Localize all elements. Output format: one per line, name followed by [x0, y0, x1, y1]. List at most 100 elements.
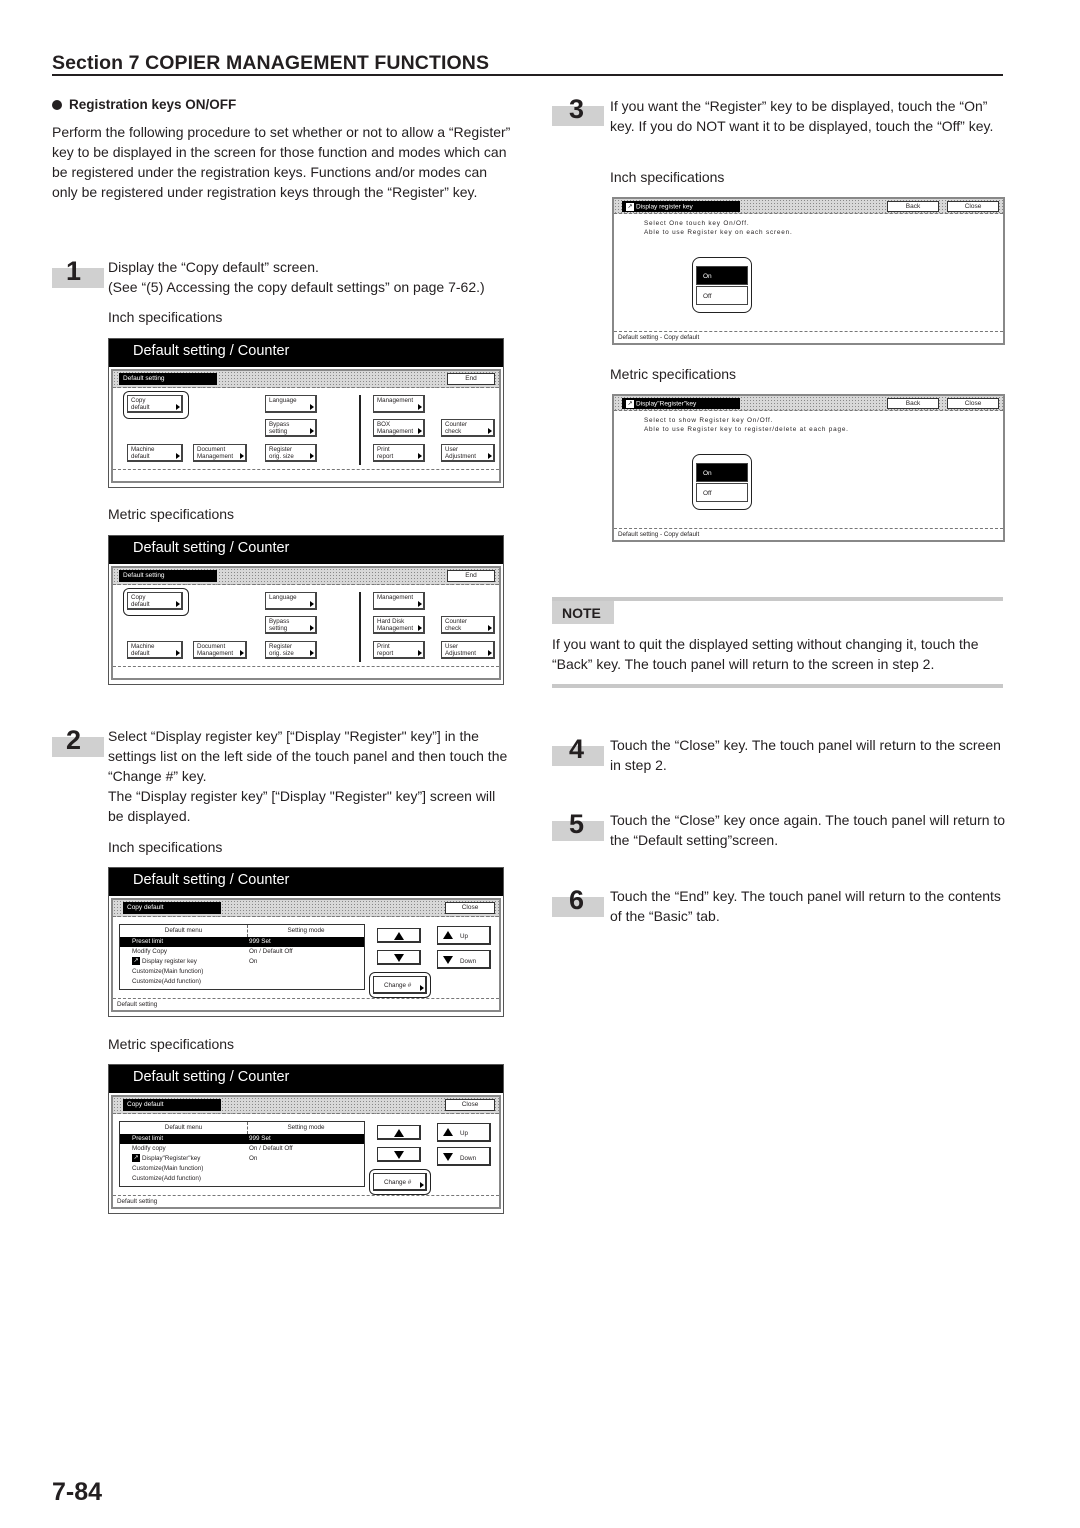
- panel-header: Default setting / Counter: [109, 1065, 503, 1093]
- back-button[interactable]: Back: [887, 201, 939, 212]
- page-down-button[interactable]: Down: [437, 1147, 491, 1166]
- management-key[interactable]: Management: [373, 592, 425, 610]
- key-label-line: Bypass: [269, 618, 290, 625]
- print-report-key[interactable]: Print report: [373, 641, 425, 659]
- up-label: Up: [460, 1130, 469, 1137]
- screen-title: Default setting: [119, 373, 217, 385]
- counter-check-key[interactable]: Counter check: [441, 616, 495, 634]
- page-up-button[interactable]: Up: [437, 926, 491, 945]
- list-item[interactable]: Customize(Add function): [120, 1174, 364, 1184]
- step-number: 1: [66, 256, 82, 286]
- list-item[interactable]: Preset limit 999 Set: [120, 937, 364, 947]
- arrow-right-icon: [310, 404, 314, 410]
- down-label: Down: [460, 1155, 477, 1162]
- menu-item-name: Customize(Add function): [132, 978, 201, 985]
- screen-footer: Default setting - Copy default: [614, 528, 1003, 540]
- bypass-key[interactable]: Bypass setting: [265, 419, 317, 437]
- print-report-key[interactable]: Print report: [373, 444, 425, 462]
- list-item[interactable]: Modify Copy On / Default Off: [120, 947, 364, 957]
- on-option[interactable]: On: [696, 463, 748, 482]
- step-1-line: Display the “Copy default” screen.: [108, 259, 319, 275]
- list-item[interactable]: Preset limit 999 Set: [120, 1134, 364, 1144]
- triangle-up-icon: [443, 1128, 453, 1136]
- scroll-down-button[interactable]: [377, 1147, 421, 1162]
- change-number-button[interactable]: Change #: [373, 976, 427, 994]
- user-adjustment-key[interactable]: User Adjustment: [441, 444, 495, 462]
- end-button[interactable]: End: [447, 373, 495, 385]
- off-option[interactable]: Off: [696, 483, 748, 502]
- user-adjustment-key[interactable]: User Adjustment: [441, 641, 495, 659]
- title-text: Display"Register"key: [636, 400, 697, 408]
- close-button[interactable]: Close: [947, 201, 999, 212]
- arrow-right-icon: [176, 453, 180, 459]
- arrow-right-icon: [418, 404, 422, 410]
- key-label-line: report: [377, 650, 394, 657]
- bypass-key[interactable]: Bypass setting: [265, 616, 317, 634]
- triangle-up-icon: [394, 1129, 404, 1137]
- list-item[interactable]: Modify copy On / Default Off: [120, 1144, 364, 1154]
- storage-key[interactable]: Hard Disk Management: [373, 616, 425, 634]
- triangle-up-icon: [443, 931, 453, 939]
- register-size-key[interactable]: Register orig. size: [265, 641, 317, 659]
- arrow-right-icon: [488, 428, 492, 434]
- menu-item-name: Display"Register"key: [142, 1155, 201, 1162]
- arrow-right-icon: [310, 601, 314, 607]
- machine-default-key[interactable]: Machine default: [127, 641, 183, 659]
- key-label-line: User: [445, 643, 459, 650]
- page-up-button[interactable]: Up: [437, 1123, 491, 1142]
- key-label-line: Management: [377, 397, 414, 404]
- storage-key[interactable]: BOX Management: [373, 419, 425, 437]
- close-button[interactable]: Close: [445, 1099, 495, 1111]
- document-management-key[interactable]: Document Management: [193, 641, 247, 659]
- list-item[interactable]: Customize(Add function): [120, 977, 364, 987]
- page-down-button[interactable]: Down: [437, 950, 491, 969]
- option-group: On Off: [692, 257, 752, 313]
- inch-spec-label: Inch specifications: [610, 169, 725, 185]
- triangle-down-icon: [443, 956, 453, 964]
- arrow-right-icon: [240, 453, 244, 459]
- screen-title-bar: Default setting End: [113, 371, 499, 388]
- end-button[interactable]: End: [447, 570, 495, 582]
- key-label-line: Print: [377, 643, 390, 650]
- scroll-down-button[interactable]: [377, 950, 421, 965]
- counter-check-key[interactable]: Counter check: [441, 419, 495, 437]
- screen-footer: Default setting - Copy default: [614, 331, 1003, 343]
- list-item[interactable]: ↗ Display register key On: [120, 957, 364, 967]
- close-button[interactable]: Close: [947, 398, 999, 409]
- settings-list: Default menu Setting mode Preset limit 9…: [119, 924, 365, 990]
- key-label-line: Register: [269, 446, 293, 453]
- back-button[interactable]: Back: [887, 398, 939, 409]
- list-item[interactable]: ↗ Display"Register"key On: [120, 1154, 364, 1164]
- screen-footer: [113, 666, 499, 678]
- triangle-down-icon: [394, 954, 404, 962]
- down-label: Down: [460, 958, 477, 965]
- scroll-up-button[interactable]: [377, 928, 421, 943]
- list-item[interactable]: Customize(Main function): [120, 1164, 364, 1174]
- menu-item-name: Display register key: [142, 958, 197, 965]
- step-number: 6: [569, 885, 585, 915]
- document-management-key[interactable]: Document Management: [193, 444, 247, 462]
- key-label-line: report: [377, 453, 394, 460]
- management-key[interactable]: Management: [373, 395, 425, 413]
- screen-title: Copy default: [123, 902, 221, 914]
- off-option[interactable]: Off: [696, 286, 748, 305]
- step-number: 5: [569, 809, 585, 839]
- machine-default-key[interactable]: Machine default: [127, 444, 183, 462]
- divider: [359, 395, 361, 465]
- change-number-button[interactable]: Change #: [373, 1173, 427, 1191]
- key-label-line: Adjustment: [445, 650, 476, 657]
- language-key[interactable]: Language: [265, 592, 317, 610]
- copy-default-key[interactable]: Copy default: [127, 592, 183, 610]
- close-button[interactable]: Close: [445, 902, 495, 914]
- screen-title-bar: ↗ Display register key Back Close: [614, 199, 1003, 214]
- step-2-line: Select “Display register key” [“Display …: [108, 728, 508, 784]
- list-item[interactable]: Customize(Main function): [120, 967, 364, 977]
- description-line: Select One touch key On/Off.: [644, 220, 750, 227]
- description-line: Able to use Register key on each screen.: [644, 229, 793, 236]
- scroll-up-button[interactable]: [377, 1125, 421, 1140]
- register-size-key[interactable]: Register orig. size: [265, 444, 317, 462]
- copy-default-key[interactable]: Copy default: [127, 395, 183, 413]
- language-key[interactable]: Language: [265, 395, 317, 413]
- on-option[interactable]: On: [696, 266, 748, 285]
- list-header: Default menu Setting mode: [120, 1122, 364, 1134]
